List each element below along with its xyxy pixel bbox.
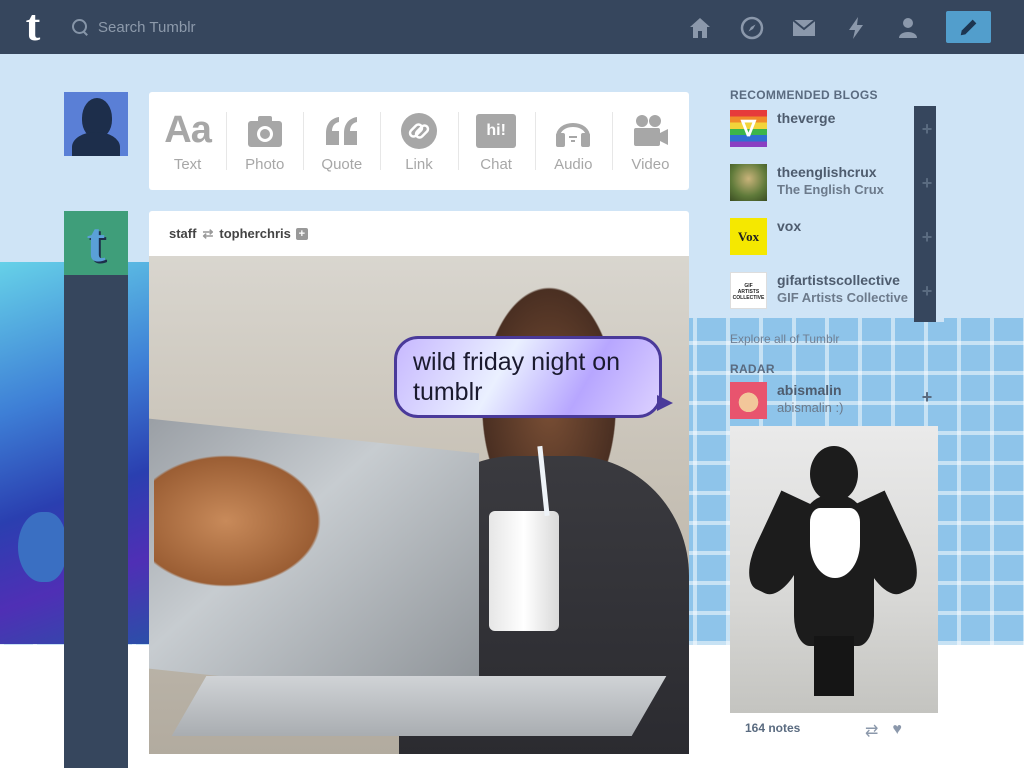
post-type-quote-button[interactable]: Quote: [303, 92, 380, 190]
post-type-audio-button[interactable]: Audio: [534, 92, 612, 190]
text-aa-icon: Aa: [164, 109, 212, 151]
image-cup: [489, 511, 559, 631]
post-type-label: Text: [173, 155, 202, 173]
dashboard-post: staff ⇄ topherchris + wild friday night …: [149, 211, 689, 768]
right-sidebar: RECOMMENDED BLOGS ∇ theverge + theenglis…: [730, 88, 950, 743]
user-avatar[interactable]: [64, 92, 128, 156]
post-header: staff ⇄ topherchris +: [149, 211, 689, 256]
follow-plus-icon[interactable]: +: [920, 120, 934, 138]
reblog-icon: ⇄: [202, 225, 214, 241]
post-type-link-button[interactable]: Link: [380, 92, 457, 190]
follow-plus-icon[interactable]: +: [920, 388, 934, 406]
recommended-blog-row[interactable]: ∇ theverge +: [730, 106, 950, 160]
radar-post-actions: ⇄ ♥: [865, 721, 902, 741]
costume-bird-head: [810, 446, 858, 502]
recommended-blog-row[interactable]: theenglishcrux The English Crux +: [730, 160, 950, 214]
radar-heading: RADAR: [730, 362, 775, 376]
speech-bubble: wild friday night on tumblr: [394, 336, 673, 418]
post-type-video-button[interactable]: Video: [611, 92, 689, 190]
headphones-icon: [556, 122, 591, 147]
blog-name[interactable]: theenglishcrux: [777, 164, 917, 181]
blog-name[interactable]: vox: [777, 218, 917, 235]
blog-avatar: Vox: [730, 218, 767, 255]
video-camera-icon: [634, 114, 669, 146]
search-input[interactable]: [98, 18, 378, 36]
blog-title: abismalin :): [777, 400, 844, 415]
radar-blog-avatar: [730, 382, 767, 419]
reblog-icon[interactable]: ⇄: [865, 721, 878, 741]
search-box[interactable]: [68, 13, 388, 41]
follow-plus-icon[interactable]: +: [920, 282, 934, 300]
recommended-blog-row[interactable]: GIF ARTISTS COLLECTIVE gifartistscollectiv…: [730, 268, 950, 322]
recommended-blogs-heading: RECOMMENDED BLOGS: [730, 88, 878, 102]
follow-plus-icon[interactable]: +: [295, 227, 308, 240]
blog-name[interactable]: theverge: [777, 110, 917, 127]
tumblr-logo[interactable]: t: [17, 4, 49, 48]
inbox-envelope-icon[interactable]: [790, 14, 817, 41]
notes-count[interactable]: 164 notes: [745, 721, 800, 735]
post-type-bar: Aa Text Photo Quote Link hi! Chat Audio …: [149, 92, 689, 190]
recommended-blog-row[interactable]: Vox vox +: [730, 214, 950, 268]
follow-plus-icon[interactable]: +: [920, 228, 934, 246]
home-icon[interactable]: [686, 14, 713, 41]
radar-post-footer: 164 notes ⇄ ♥: [730, 713, 950, 743]
post-type-text-button[interactable]: Aa Text: [149, 92, 226, 190]
post-author-link[interactable]: staff: [169, 226, 196, 241]
post-type-label: Chat: [480, 155, 512, 173]
post-type-label: Audio: [554, 155, 593, 173]
blog-avatar: GIF ARTISTS COLLECTIVE: [730, 272, 767, 309]
blog-avatar: [730, 164, 767, 201]
chat-icon-text: hi!: [486, 121, 506, 139]
radar-post-image[interactable]: [730, 426, 938, 713]
post-type-label: Photo: [245, 155, 285, 173]
post-type-label: Video: [631, 155, 670, 173]
blog-avatar: ∇: [730, 110, 767, 147]
radar-blog-row[interactable]: abismalin abismalin :) +: [730, 380, 950, 426]
activity-lightning-icon[interactable]: [842, 14, 869, 41]
post-avatar-column: t: [64, 211, 128, 768]
follow-plus-icon[interactable]: +: [920, 174, 934, 192]
compose-post-button[interactable]: [946, 11, 991, 43]
chat-bubble-icon: hi!: [476, 113, 517, 148]
speech-bubble-text: wild friday night on tumblr: [413, 348, 621, 406]
blog-name[interactable]: gifartistscollective: [777, 272, 917, 289]
avatar-silhouette-shoulders: [72, 132, 120, 156]
nav-icon-group: [686, 14, 946, 41]
pencil-icon: [960, 19, 976, 36]
reblogged-from-link[interactable]: topherchris: [219, 226, 291, 241]
quote-icon: [325, 116, 357, 145]
costume-legs: [814, 636, 854, 696]
post-type-chat-button[interactable]: hi! Chat: [457, 92, 535, 190]
blog-name[interactable]: abismalin: [777, 382, 917, 399]
top-navigation-bar: t: [0, 0, 1024, 54]
post-type-label: Link: [405, 155, 433, 173]
post-gif-image[interactable]: wild friday night on tumblr: [149, 256, 689, 754]
explore-compass-icon[interactable]: [738, 14, 765, 41]
blog-title: The English Crux: [777, 182, 884, 197]
link-icon: [400, 112, 437, 149]
like-heart-icon[interactable]: ♥: [892, 721, 902, 741]
post-type-photo-button[interactable]: Photo: [226, 92, 303, 190]
image-keyboard: [171, 676, 667, 736]
search-icon: [70, 17, 90, 37]
background-dog-figure: [18, 512, 66, 582]
account-person-icon[interactable]: [894, 14, 921, 41]
post-type-label: Quote: [321, 155, 363, 173]
explore-link[interactable]: Explore all of Tumblr: [730, 322, 950, 362]
blog-title: GIF Artists Collective: [777, 290, 908, 305]
image-hand: [154, 446, 334, 596]
post-author-avatar[interactable]: t: [64, 211, 128, 275]
costume-chest: [810, 508, 860, 578]
camera-icon: [247, 115, 282, 147]
